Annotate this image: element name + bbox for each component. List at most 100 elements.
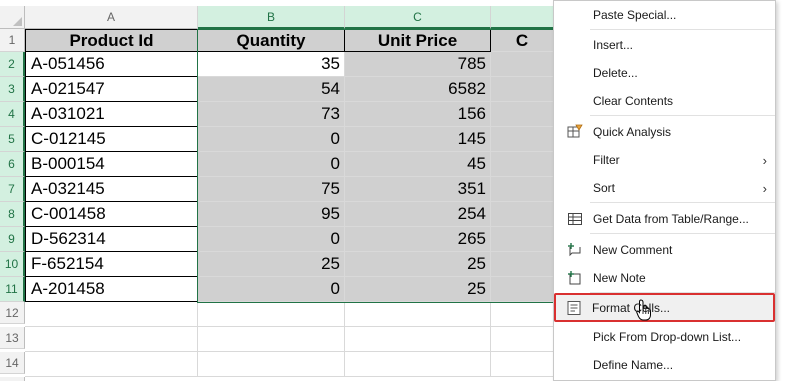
d-cell[interactable] — [491, 77, 554, 102]
menu-item-label: New Comment — [593, 243, 673, 257]
product-id-cell[interactable]: A-021547 — [25, 77, 198, 102]
row-header-12[interactable]: 12 — [0, 302, 25, 324]
quantity-cell[interactable]: 0 — [198, 152, 345, 177]
empty-cell[interactable] — [25, 327, 198, 352]
unit-price-cell[interactable]: 45 — [345, 152, 491, 177]
row-header-4[interactable]: 4 — [0, 102, 25, 127]
column-header-b[interactable]: B — [198, 6, 345, 29]
menu-item-format-cells[interactable]: Format Cells... — [553, 294, 774, 322]
empty-cell[interactable] — [345, 352, 491, 377]
header-cell-quantity[interactable]: Quantity — [198, 29, 345, 52]
product-id-cell[interactable]: D-562314 — [25, 227, 198, 252]
d-cell[interactable] — [491, 177, 554, 202]
menu-item-pick-from-drop-down-list[interactable]: Pick From Drop-down List... — [554, 323, 775, 351]
row-header-1[interactable]: 1 — [0, 29, 25, 52]
quantity-cell[interactable]: 54 — [198, 77, 345, 102]
menu-item-new-comment[interactable]: New Comment — [554, 236, 775, 264]
header-cell-d[interactable]: C — [491, 29, 554, 52]
format-cells-icon — [565, 299, 583, 317]
column-header-c[interactable]: C — [345, 6, 491, 29]
menu-item-sort[interactable]: Sort › — [554, 174, 775, 202]
menu-item-insert[interactable]: Insert... — [554, 31, 775, 59]
menu-item-quick-analysis[interactable]: Quick Analysis — [554, 118, 775, 146]
column-header-d[interactable] — [491, 6, 554, 29]
row-header-6[interactable]: 6 — [0, 152, 25, 177]
row-header-11[interactable]: 11 — [0, 277, 25, 302]
quantity-cell[interactable]: 0 — [198, 227, 345, 252]
empty-cell[interactable] — [491, 352, 554, 377]
unit-price-cell[interactable]: 6582 — [345, 77, 491, 102]
product-id-cell[interactable]: A-201458 — [25, 277, 198, 302]
empty-cell[interactable] — [198, 302, 345, 327]
row-header-2[interactable]: 2 — [0, 52, 25, 77]
row-header-5[interactable]: 5 — [0, 127, 25, 152]
menu-item-label: Clear Contents — [593, 94, 674, 108]
unit-price-cell[interactable]: 785 — [345, 52, 491, 77]
empty-cell[interactable] — [198, 327, 345, 352]
menu-item-label: Paste Special... — [593, 8, 677, 22]
unit-price-cell[interactable]: 25 — [345, 277, 491, 302]
empty-cell[interactable] — [25, 302, 198, 327]
menu-item-label: Get Data from Table/Range... — [593, 212, 749, 226]
unit-price-cell[interactable]: 145 — [345, 127, 491, 152]
quantity-cell[interactable]: 0 — [198, 127, 345, 152]
menu-item-label: Pick From Drop-down List... — [593, 330, 742, 344]
column-header-a[interactable]: A — [25, 6, 198, 29]
quantity-cell[interactable]: 73 — [198, 102, 345, 127]
unit-price-cell[interactable]: 25 — [345, 252, 491, 277]
menu-item-label: Delete... — [593, 66, 638, 80]
product-id-cell[interactable]: C-001458 — [25, 202, 198, 227]
empty-cell[interactable] — [491, 327, 554, 352]
menu-item-get-data-from-table-range[interactable]: Get Data from Table/Range... — [554, 205, 775, 233]
row-header-15[interactable]: 15 — [0, 377, 25, 381]
menu-item-filter[interactable]: Filter › — [554, 146, 775, 174]
menu-item-label: Quick Analysis — [593, 125, 672, 139]
d-cell[interactable] — [491, 152, 554, 177]
product-id-cell[interactable]: A-032145 — [25, 177, 198, 202]
empty-cell[interactable] — [491, 302, 554, 327]
quantity-cell[interactable]: 25 — [198, 252, 345, 277]
select-all-corner[interactable] — [0, 6, 25, 29]
empty-cell[interactable] — [25, 352, 198, 377]
row-header-9[interactable]: 9 — [0, 227, 25, 252]
unit-price-cell[interactable]: 351 — [345, 177, 491, 202]
row-header-14[interactable]: 14 — [0, 352, 25, 374]
empty-cell[interactable] — [345, 302, 491, 327]
quantity-cell[interactable]: 75 — [198, 177, 345, 202]
header-cell-unit-price[interactable]: Unit Price — [345, 29, 491, 52]
menu-item-paste-special[interactable]: Paste Special... — [554, 1, 775, 29]
quantity-cell[interactable]: 35 — [198, 52, 345, 77]
empty-cell[interactable] — [198, 352, 345, 377]
quantity-cell[interactable]: 95 — [198, 202, 345, 227]
empty-cell[interactable] — [345, 327, 491, 352]
unit-price-cell[interactable]: 254 — [345, 202, 491, 227]
menu-item-define-name[interactable]: Define Name... — [554, 351, 775, 379]
d-cell[interactable] — [491, 227, 554, 252]
d-cell[interactable] — [491, 252, 554, 277]
product-id-cell[interactable]: C-012145 — [25, 127, 198, 152]
d-cell[interactable] — [491, 202, 554, 227]
d-cell[interactable] — [491, 127, 554, 152]
menu-item-new-note[interactable]: New Note — [554, 264, 775, 292]
row-header-7[interactable]: 7 — [0, 177, 25, 202]
row-header-10[interactable]: 10 — [0, 252, 25, 277]
product-id-cell[interactable]: A-051456 — [25, 52, 198, 77]
product-id-cell[interactable]: A-031021 — [25, 102, 198, 127]
unit-price-cell[interactable]: 265 — [345, 227, 491, 252]
row-header-3[interactable]: 3 — [0, 77, 25, 102]
product-id-cell[interactable]: B-000154 — [25, 152, 198, 177]
menu-item-label: Insert... — [593, 38, 634, 52]
menu-item-label: New Note — [593, 271, 646, 285]
menu-item-clear-contents[interactable]: Clear Contents — [554, 87, 775, 115]
d-cell[interactable] — [491, 277, 554, 302]
unit-price-cell[interactable]: 156 — [345, 102, 491, 127]
product-id-cell[interactable]: F-652154 — [25, 252, 198, 277]
header-cell-product-id[interactable]: Product Id — [25, 29, 198, 52]
d-cell[interactable] — [491, 102, 554, 127]
d-cell[interactable] — [491, 52, 554, 77]
row-header-8[interactable]: 8 — [0, 202, 25, 227]
menu-separator — [590, 29, 775, 30]
menu-item-delete[interactable]: Delete... — [554, 59, 775, 87]
row-header-13[interactable]: 13 — [0, 327, 25, 349]
quantity-cell[interactable]: 0 — [198, 277, 345, 302]
